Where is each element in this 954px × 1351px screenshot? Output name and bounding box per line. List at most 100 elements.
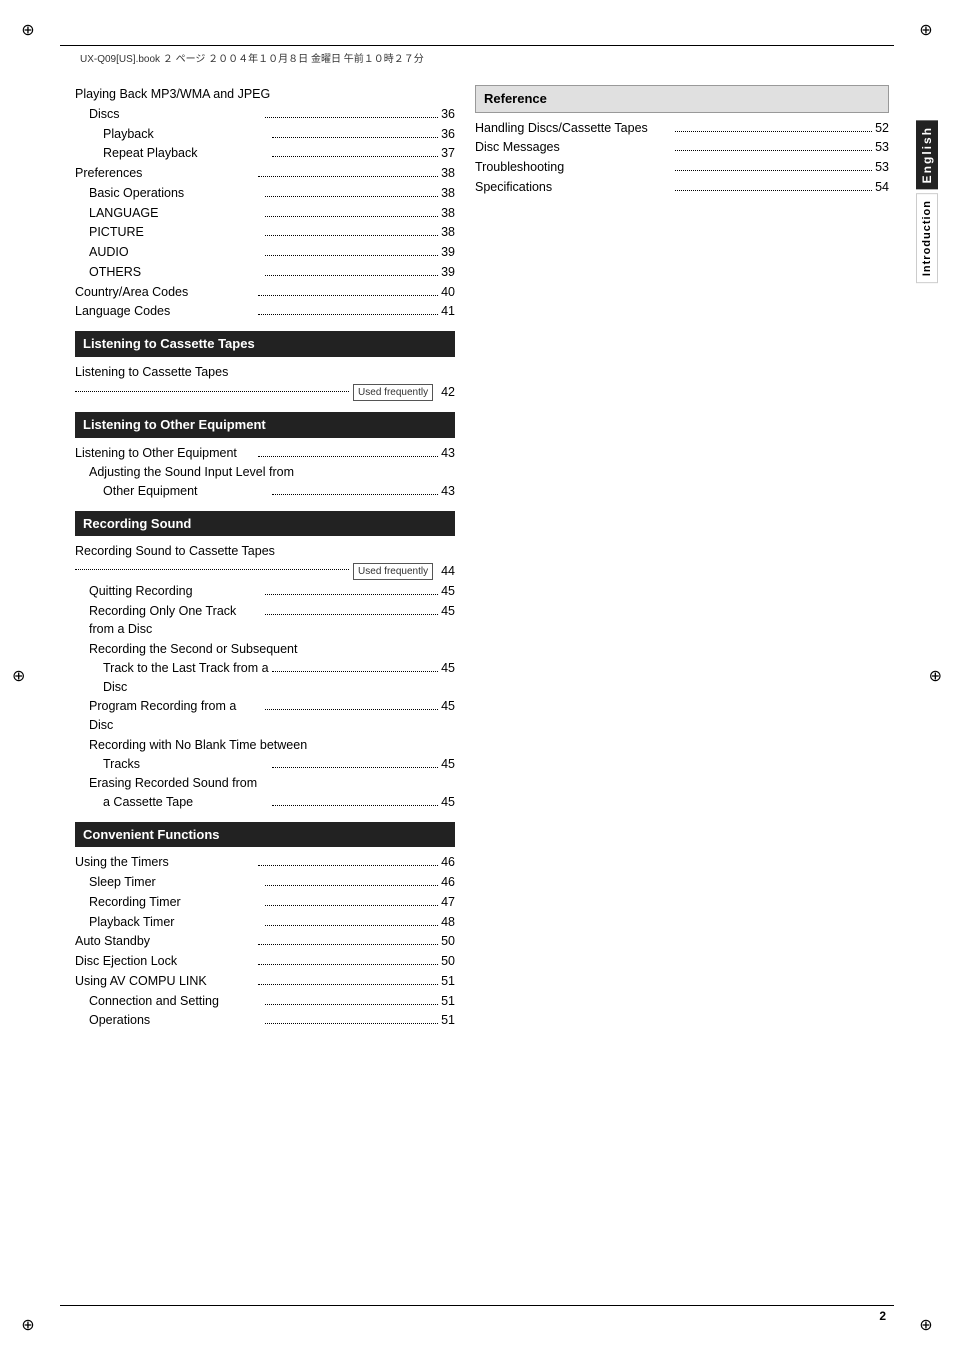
quitting-text: Quitting Recording — [89, 582, 262, 601]
dots — [272, 805, 438, 806]
one-track-page: 45 — [441, 602, 455, 621]
picture-text: PICTURE — [89, 223, 262, 242]
dots — [258, 964, 438, 965]
country-text: Country/Area Codes — [75, 283, 255, 302]
no-blank-page: 45 — [441, 755, 455, 774]
toc-second-track-1: Recording the Second or Subsequent — [75, 640, 455, 659]
toc-quitting: Quitting Recording 45 — [75, 582, 455, 601]
toc-troubleshooting: Troubleshooting 53 — [475, 158, 889, 177]
troubleshooting-page: 53 — [875, 158, 889, 177]
sidebar-right: English Introduction — [899, 120, 954, 1231]
toc-preferences: Preferences 38 — [75, 164, 455, 183]
handling-discs-text: Handling Discs/Cassette Tapes — [475, 119, 672, 138]
toc-mp3-title: Playing Back MP3/WMA and JPEG — [75, 85, 455, 104]
discs-text: Discs — [89, 105, 262, 124]
mp3-title-text: Playing Back MP3/WMA and JPEG — [75, 85, 455, 104]
dots — [265, 235, 438, 236]
operations-text: Operations — [89, 1011, 262, 1030]
adj-sound-text-1: Adjusting the Sound Input Level from — [89, 465, 294, 479]
toc-erasing-1: Erasing Recorded Sound from — [75, 774, 455, 793]
toc-country: Country/Area Codes 40 — [75, 283, 455, 302]
dots — [675, 190, 872, 191]
dots — [265, 255, 438, 256]
dots — [265, 594, 438, 595]
playback-page: 36 — [441, 125, 455, 144]
dots — [265, 1004, 438, 1005]
toc-language-codes: Language Codes 41 — [75, 302, 455, 321]
rec-timer-text: Recording Timer — [89, 893, 262, 912]
dots — [272, 494, 438, 495]
header-file-info: UX-Q09[US].book ２ ページ ２００４年１０月８日 金曜日 午前１… — [80, 50, 424, 65]
preferences-page: 38 — [441, 164, 455, 183]
language-page: 38 — [441, 204, 455, 223]
toc-audio: AUDIO 39 — [75, 243, 455, 262]
erasing-text-1: Erasing Recorded Sound from — [89, 776, 257, 790]
av-compu-text: Using AV COMPU LINK — [75, 972, 255, 991]
toc-other-equip: Listening to Other Equipment 43 — [75, 444, 455, 463]
toc-handling-discs: Handling Discs/Cassette Tapes 52 — [475, 119, 889, 138]
dots — [265, 117, 438, 118]
section-reference-header: Reference — [475, 85, 889, 113]
toc-program-rec: Program Recording from a Disc 45 — [75, 697, 455, 735]
erasing-text-2: a Cassette Tape — [103, 793, 269, 812]
connection-text: Connection and Setting — [89, 992, 262, 1011]
dots — [265, 709, 438, 710]
disc-lock-page: 50 — [441, 952, 455, 971]
recording-page: 44 — [441, 562, 455, 581]
sleep-page: 46 — [441, 873, 455, 892]
toc-specifications: Specifications 54 — [475, 178, 889, 197]
other-equip-text: Listening to Other Equipment — [75, 444, 255, 463]
toc-play-timer: Playback Timer 48 — [75, 913, 455, 932]
section-cassette-header: Listening to Cassette Tapes — [75, 331, 455, 357]
playback-text: Playback — [103, 125, 269, 144]
picture-page: 38 — [441, 223, 455, 242]
auto-standby-page: 50 — [441, 932, 455, 951]
program-rec-text: Program Recording from a Disc — [89, 697, 262, 735]
cassette-page: 42 — [441, 383, 455, 402]
used-frequently-badge-1: Used frequently — [353, 384, 433, 401]
no-blank-text-2: Tracks — [103, 755, 269, 774]
section-other-equip-header: Listening to Other Equipment — [75, 412, 455, 438]
lang-codes-text: Language Codes — [75, 302, 255, 321]
language-text: LANGUAGE — [89, 204, 262, 223]
corner-mark-bl — [20, 1315, 36, 1331]
dots — [258, 984, 438, 985]
section-recording-header: Recording Sound — [75, 511, 455, 537]
dots — [258, 865, 438, 866]
sleep-text: Sleep Timer — [89, 873, 262, 892]
repeat-text: Repeat Playback — [103, 144, 269, 163]
dots — [258, 295, 438, 296]
sidebar-english-label: English — [916, 120, 938, 189]
toc-cassette-dots-row: Used frequently 42 — [75, 383, 455, 402]
toc-no-blank-1: Recording with No Blank Time between — [75, 736, 455, 755]
basic-ops-page: 38 — [441, 184, 455, 203]
disc-messages-text: Disc Messages — [475, 138, 672, 157]
auto-standby-text: Auto Standby — [75, 932, 255, 951]
dots — [265, 275, 438, 276]
toc-no-blank-2: Tracks 45 — [75, 755, 455, 774]
dots — [675, 170, 872, 171]
no-blank-text-1: Recording with No Blank Time between — [89, 738, 307, 752]
corner-mark-tl — [20, 20, 36, 36]
country-page: 40 — [441, 283, 455, 302]
second-track-page: 45 — [441, 659, 455, 678]
dots — [272, 137, 438, 138]
toc-connection: Connection and Setting 51 — [75, 992, 455, 1011]
preferences-text: Preferences — [75, 164, 255, 183]
toc-cassette-tapes: Listening to Cassette Tapes — [75, 363, 455, 382]
toc-discs: Discs 36 — [75, 105, 455, 124]
reg-mark-left: ⊕ — [12, 666, 25, 686]
recording-dots — [75, 569, 349, 570]
toc-timers: Using the Timers 46 — [75, 853, 455, 872]
dots — [258, 456, 438, 457]
av-compu-page: 51 — [441, 972, 455, 991]
handling-discs-page: 52 — [875, 119, 889, 138]
dots — [265, 196, 438, 197]
lang-codes-page: 41 — [441, 302, 455, 321]
toc-playback: Playback 36 — [75, 125, 455, 144]
toc-others: OTHERS 39 — [75, 263, 455, 282]
specifications-page: 54 — [875, 178, 889, 197]
second-track-text-1: Recording the Second or Subsequent — [89, 642, 297, 656]
cassette-title-text: Listening to Cassette Tapes — [75, 365, 228, 379]
toc-second-track-2: Track to the Last Track from a Disc 45 — [75, 659, 455, 697]
